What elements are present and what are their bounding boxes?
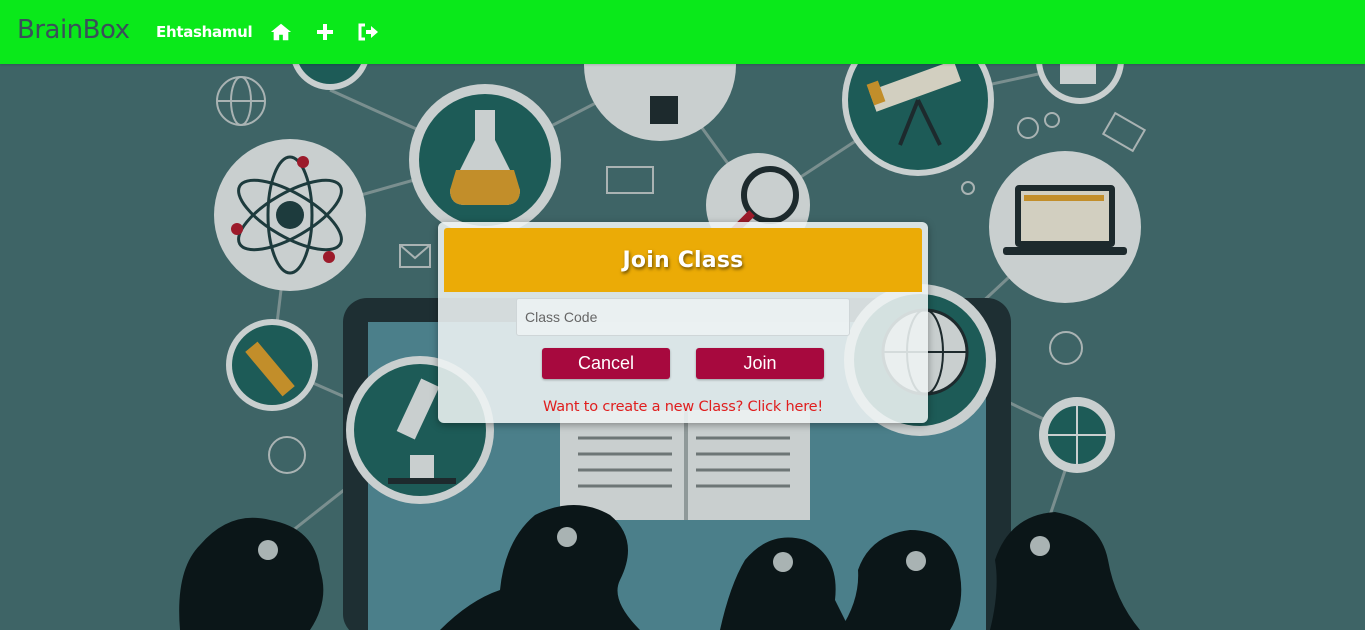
join-button[interactable]: Join: [696, 348, 824, 379]
cancel-button[interactable]: Cancel: [542, 348, 670, 379]
class-code-input[interactable]: [516, 298, 850, 336]
home-icon[interactable]: [270, 22, 292, 42]
sign-out-icon[interactable]: [357, 22, 379, 42]
modal-title: Join Class: [622, 247, 744, 273]
user-name-link[interactable]: Ehtashamul: [156, 23, 253, 41]
modal-header: Join Class: [444, 228, 922, 292]
join-class-modal: Join Class Cancel Join Want to create a …: [438, 222, 928, 423]
top-navbar: BrainBox Ehtashamul: [0, 0, 1365, 64]
brand-logo[interactable]: BrainBox: [17, 15, 130, 45]
plus-icon[interactable]: [314, 22, 336, 42]
create-class-link[interactable]: Want to create a new Class? Click here!: [438, 399, 928, 415]
